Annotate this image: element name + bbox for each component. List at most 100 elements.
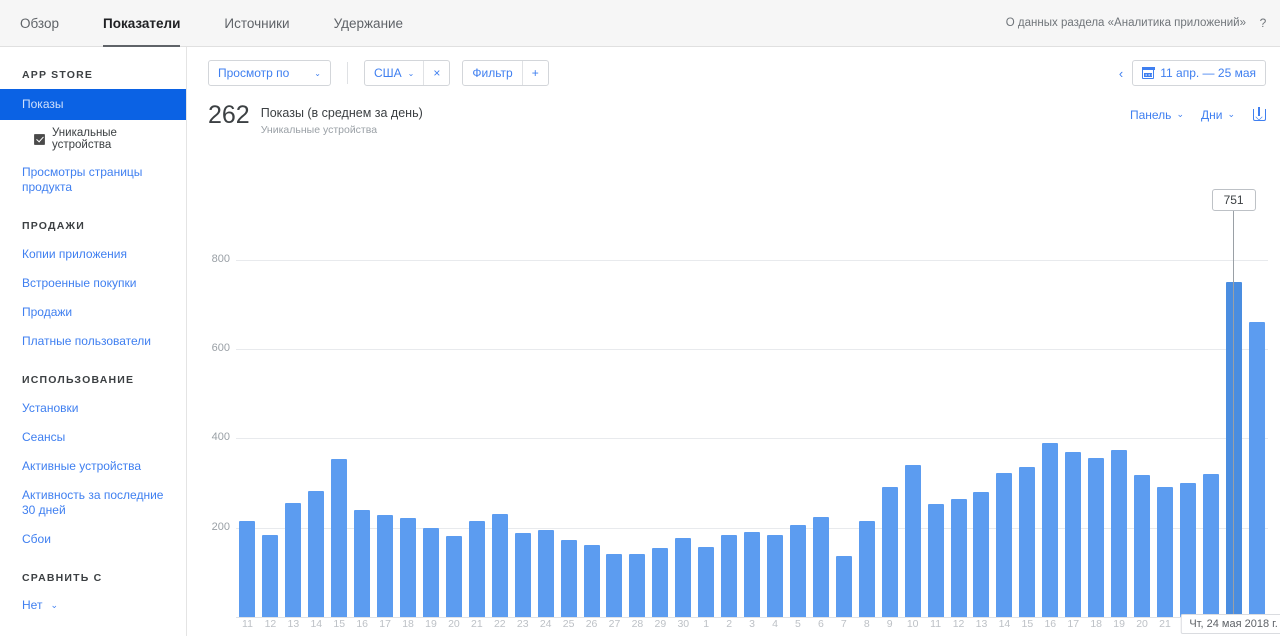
chart-bar-slot[interactable] xyxy=(305,225,328,617)
chart-bar[interactable] xyxy=(584,545,600,617)
chart-bar[interactable] xyxy=(285,503,301,617)
chart-bar[interactable] xyxy=(1157,487,1173,617)
chart-bar[interactable] xyxy=(492,514,508,617)
compare-with-select[interactable]: Нет ⌄ xyxy=(0,592,186,612)
help-icon[interactable]: ? xyxy=(1256,16,1270,30)
chart-bar[interactable] xyxy=(905,465,921,617)
chart-plot-area[interactable]: 200400600800 751 xyxy=(218,225,1268,618)
sidebar-item-sales[interactable]: Продажи xyxy=(0,298,186,327)
chart-bar-slot[interactable] xyxy=(878,225,901,617)
chart-bar[interactable] xyxy=(790,525,806,617)
chart-bar-slot[interactable] xyxy=(718,225,741,617)
chart-bar[interactable] xyxy=(515,533,531,617)
chart-bar[interactable] xyxy=(262,535,278,617)
download-button[interactable] xyxy=(1252,107,1266,122)
chart-bar-slot[interactable] xyxy=(901,225,924,617)
chart-bar-slot[interactable] xyxy=(924,225,947,617)
sidebar-item-paying-users[interactable]: Платные пользователи xyxy=(0,327,186,356)
chart-bar[interactable] xyxy=(1065,452,1081,617)
chart-bar-slot[interactable] xyxy=(580,225,603,617)
chart-bar-slot[interactable] xyxy=(1176,225,1199,617)
chart-bar[interactable] xyxy=(423,528,439,617)
chart-bar-slot[interactable] xyxy=(351,225,374,617)
chart-bar-slot[interactable] xyxy=(970,225,993,617)
tab-retention[interactable]: Удержание xyxy=(312,0,425,47)
chart-bar[interactable] xyxy=(1042,443,1058,617)
chart-bar-slot[interactable] xyxy=(557,225,580,617)
chart-bar[interactable] xyxy=(698,547,714,617)
chart-bar-slot[interactable] xyxy=(259,225,282,617)
chart-bar-slot[interactable] xyxy=(374,225,397,617)
chart-bar[interactable] xyxy=(1019,467,1035,617)
chart-bar-slot[interactable] xyxy=(1154,225,1177,617)
chart-bar[interactable] xyxy=(675,538,691,617)
chart-bar-slot[interactable] xyxy=(855,225,878,617)
chart-bar-slot[interactable] xyxy=(626,225,649,617)
chart-bar-slot[interactable] xyxy=(672,225,695,617)
view-by-dropdown[interactable]: Просмотр по ⌄ xyxy=(208,60,331,86)
chart-bar-slot[interactable] xyxy=(1245,225,1268,617)
chart-bar[interactable] xyxy=(859,521,875,617)
chart-bar[interactable] xyxy=(813,517,829,617)
chart-bar[interactable] xyxy=(469,521,485,617)
chart-bar-slot[interactable] xyxy=(741,225,764,617)
chart-bar[interactable] xyxy=(400,518,416,617)
chart-bar-slot[interactable] xyxy=(947,225,970,617)
chart-bar-slot[interactable] xyxy=(695,225,718,617)
chart-bar[interactable] xyxy=(1134,475,1150,617)
chart-bar-slot[interactable] xyxy=(488,225,511,617)
sidebar-item-impressions[interactable]: Показы xyxy=(0,89,186,120)
chart-bar[interactable] xyxy=(538,530,554,617)
chart-bar-slot[interactable] xyxy=(1039,225,1062,617)
chart-bar-slot[interactable] xyxy=(442,225,465,617)
chart-bar-slot[interactable] xyxy=(809,225,832,617)
filter-chip[interactable]: Фильтр + xyxy=(462,60,548,86)
chart-bar[interactable] xyxy=(1088,458,1104,617)
chart-bar[interactable] xyxy=(836,556,852,617)
sidebar-item-sessions[interactable]: Сеансы xyxy=(0,423,186,452)
chart-bar-slot[interactable] xyxy=(993,225,1016,617)
chart-bar-slot[interactable] xyxy=(787,225,810,617)
sidebar-item-app-units[interactable]: Копии приложения xyxy=(0,240,186,269)
granularity-dropdown[interactable]: Дни ⌄ xyxy=(1201,108,1235,122)
chart-bar[interactable] xyxy=(377,515,393,617)
chart-bar[interactable] xyxy=(1111,450,1127,617)
chart-bar-slot[interactable] xyxy=(1131,225,1154,617)
tab-metrics[interactable]: Показатели xyxy=(81,0,202,47)
chart-bar-slot[interactable] xyxy=(649,225,672,617)
sidebar-item-in-app-purchases[interactable]: Встроенные покупки xyxy=(0,269,186,298)
chart-bar-slot[interactable] xyxy=(328,225,351,617)
previous-period-button[interactable]: ‹ xyxy=(1117,66,1125,81)
chart-bar[interactable] xyxy=(606,554,622,617)
chart-bar-slot[interactable] xyxy=(420,225,443,617)
filter-add-button[interactable]: + xyxy=(523,61,548,85)
chart-bar-slot[interactable] xyxy=(397,225,420,617)
sidebar-item-product-page-views[interactable]: Просмотры страницы продукта xyxy=(0,158,186,202)
chart-bar-slot[interactable] xyxy=(465,225,488,617)
sidebar-item-crashes[interactable]: Сбои xyxy=(0,525,186,554)
chart-bar-slot[interactable] xyxy=(1085,225,1108,617)
chart-bar[interactable] xyxy=(1203,474,1219,617)
segment-chip-usa[interactable]: США ⌄ × xyxy=(364,60,450,86)
sidebar-item-active-last-30-days[interactable]: Активность за последние 30 дней xyxy=(0,481,186,525)
chart-bar-slot[interactable] xyxy=(1016,225,1039,617)
chart-bar[interactable] xyxy=(721,535,737,617)
date-range-picker[interactable]: 11 апр. — 25 мая xyxy=(1132,60,1266,86)
tab-sources[interactable]: Источники xyxy=(202,0,311,47)
chart-bar[interactable] xyxy=(652,548,668,617)
chart-bar-slot[interactable] xyxy=(764,225,787,617)
chart-bar[interactable] xyxy=(744,532,760,617)
chart-bar-slot[interactable] xyxy=(1108,225,1131,617)
chart-bar[interactable] xyxy=(973,492,989,617)
chart-bar[interactable] xyxy=(239,521,255,617)
sidebar-item-active-devices[interactable]: Активные устройства xyxy=(0,452,186,481)
chart-bar[interactable] xyxy=(1249,322,1265,617)
chart-bar-slot[interactable] xyxy=(534,225,557,617)
sidebar-item-installations[interactable]: Установки xyxy=(0,394,186,423)
chart-bar-slot[interactable] xyxy=(832,225,855,617)
chart-bar[interactable] xyxy=(561,540,577,617)
chart-bar-slot[interactable] xyxy=(1199,225,1222,617)
chart-bar-slot[interactable] xyxy=(1062,225,1085,617)
chart-bar[interactable] xyxy=(1180,483,1196,617)
chart-bar[interactable] xyxy=(629,554,645,617)
